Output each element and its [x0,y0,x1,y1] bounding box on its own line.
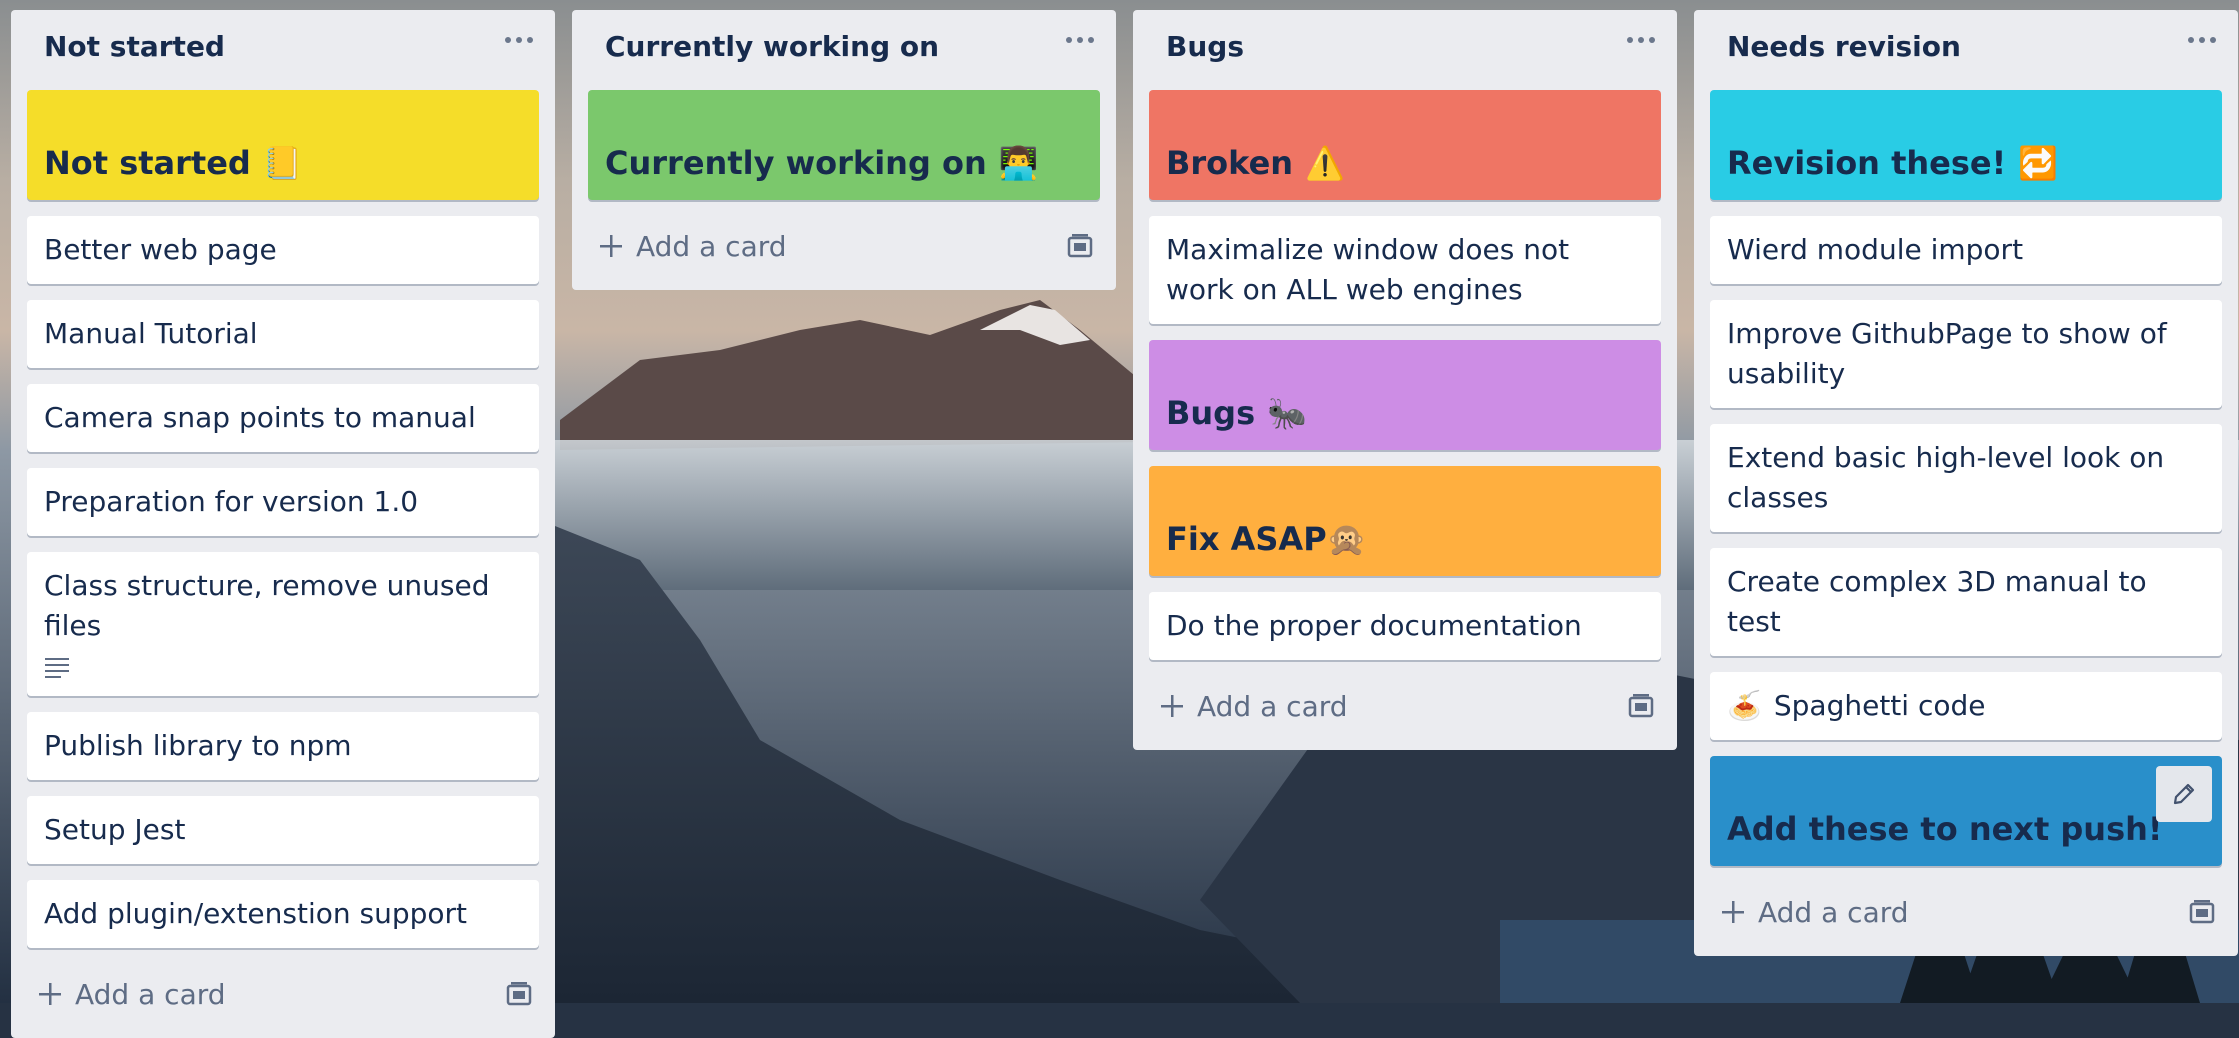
card-extend-high-level-look[interactable]: Extend basic high-level look on classes [1710,424,2222,532]
add-card-button[interactable]: Add a card [598,230,787,263]
card-publish-npm[interactable]: Publish library to npm [27,712,539,780]
pencil-icon [2173,783,2195,805]
plus-icon [600,235,622,257]
plus-icon [1161,695,1183,717]
card-title: Add plugin/extenstion support [44,897,468,930]
add-card-button[interactable]: Add a card [37,978,226,1011]
card-title: Publish library to npm [44,729,352,762]
create-from-template-icon[interactable] [1060,226,1100,266]
cover-card-label: Revision these! [1727,144,2007,182]
cover-card-label: Bugs [1166,394,1256,432]
cover-card-label: Broken [1166,144,1294,182]
list-header: Not started [27,10,539,90]
card-title: Class structure, remove unused files [44,569,490,642]
card-plugin-support[interactable]: Add plugin/extenstion support [27,880,539,948]
card-maximalize-window[interactable]: Maximalize window does not work on ALL w… [1149,216,1661,324]
add-card-label: Add a card [1197,689,1348,723]
card-class-structure[interactable]: Class structure, remove unused files [27,552,539,696]
description-icon [45,658,69,678]
card-preparation-v1[interactable]: Preparation for version 1.0 [27,468,539,536]
create-from-template-icon[interactable] [1621,686,1661,726]
list-title[interactable]: Currently working on [605,30,939,63]
plus-icon [1722,901,1744,923]
card-improve-githubpage[interactable]: Improve GithubPage to show of usability [1710,300,2222,408]
list-currently-working-on: Currently working on Currently working o… [572,10,1116,290]
card-wierd-module-import[interactable]: Wierd module import [1710,216,2222,284]
card-title: Improve GithubPage to show of usability [1727,317,2167,390]
add-card-row: Add a card [1710,874,2222,950]
card-title: Create complex 3D manual to test [1727,565,2147,638]
add-card-label: Add a card [75,977,226,1011]
list-header: Currently working on [588,10,1100,90]
card-title: Better web page [44,233,277,266]
cover-card-fix-asap[interactable]: Fix ASAP 🙊 [1149,466,1661,576]
card-spaghetti-code[interactable]: 🍝 Spaghetti code [1710,672,2222,740]
cover-card-currently-working-on[interactable]: Currently working on 👨‍💻 [588,90,1100,200]
card-proper-documentation[interactable]: Do the proper documentation [1149,592,1661,660]
card-title: Spaghetti code [1773,689,1986,722]
more-horizontal-icon[interactable] [1060,20,1100,60]
cover-card-bugs[interactable]: Bugs 🐜 [1149,340,1661,450]
list-title[interactable]: Not started [44,30,225,63]
list-header: Needs revision [1710,10,2222,90]
add-card-row: Add a card [1149,668,1661,744]
card-title: Do the proper documentation [1166,609,1582,642]
card-manual-tutorial[interactable]: Manual Tutorial [27,300,539,368]
card-title: Extend basic high-level look on classes [1727,441,2165,514]
list-header: Bugs [1149,10,1661,90]
card-title: Maximalize window does not work on ALL w… [1166,233,1570,306]
cover-card-label: Not started [44,144,251,182]
cover-card-label: Currently working on [605,144,987,182]
cover-card-add-to-next-push[interactable]: Add these to next push! [1710,756,2222,866]
cover-card-label: Fix ASAP [1166,520,1327,558]
cover-card-not-started[interactable]: Not started 📒 [27,90,539,200]
list-not-started: Not started Not started 📒 Better web pag… [11,10,555,1038]
warning-icon: ⚠️ [1305,144,1345,182]
card-camera-snap-points[interactable]: Camera snap points to manual [27,384,539,452]
more-horizontal-icon[interactable] [499,20,539,60]
list-needs-revision: Needs revision Revision these! 🔁 Wierd m… [1694,10,2238,956]
repeat-icon: 🔁 [2018,144,2059,182]
spaghetti-icon: 🍝 [1727,689,1762,722]
create-from-template-icon[interactable] [2182,892,2222,932]
list-title[interactable]: Bugs [1166,30,1244,63]
card-better-web-page[interactable]: Better web page [27,216,539,284]
technologist-icon: 👨‍💻 [998,144,1039,182]
board: Not started Not started 📒 Better web pag… [11,10,2238,1038]
add-card-row: Add a card [588,208,1100,284]
add-card-label: Add a card [636,229,787,263]
ant-icon: 🐜 [1267,394,1307,432]
card-title: Camera snap points to manual [44,401,476,434]
card-setup-jest[interactable]: Setup Jest [27,796,539,864]
card-title: Manual Tutorial [44,317,258,350]
card-title: Preparation for version 1.0 [44,485,419,518]
speak-no-evil-monkey-icon: 🙊 [1326,520,1367,558]
add-card-label: Add a card [1758,895,1909,929]
more-horizontal-icon[interactable] [2182,20,2222,60]
plus-icon [39,983,61,1005]
create-from-template-icon[interactable] [499,974,539,1014]
cover-card-revision-these[interactable]: Revision these! 🔁 [1710,90,2222,200]
cover-card-broken[interactable]: Broken ⚠️ [1149,90,1661,200]
card-title: Setup Jest [44,813,186,846]
card-complex-3d-manual[interactable]: Create complex 3D manual to test [1710,548,2222,656]
card-title: Wierd module import [1727,233,2024,266]
add-card-row: Add a card [27,956,539,1032]
add-card-button[interactable]: Add a card [1159,690,1348,723]
more-horizontal-icon[interactable] [1621,20,1661,60]
edit-card-button[interactable] [2156,766,2212,822]
list-bugs: Bugs Broken ⚠️ Maximalize window does no… [1133,10,1677,750]
cover-card-label: Add these to next push! [1727,810,2163,848]
add-card-button[interactable]: Add a card [1720,896,1909,929]
notebook-icon: 📒 [262,144,303,182]
list-title[interactable]: Needs revision [1727,30,1961,63]
